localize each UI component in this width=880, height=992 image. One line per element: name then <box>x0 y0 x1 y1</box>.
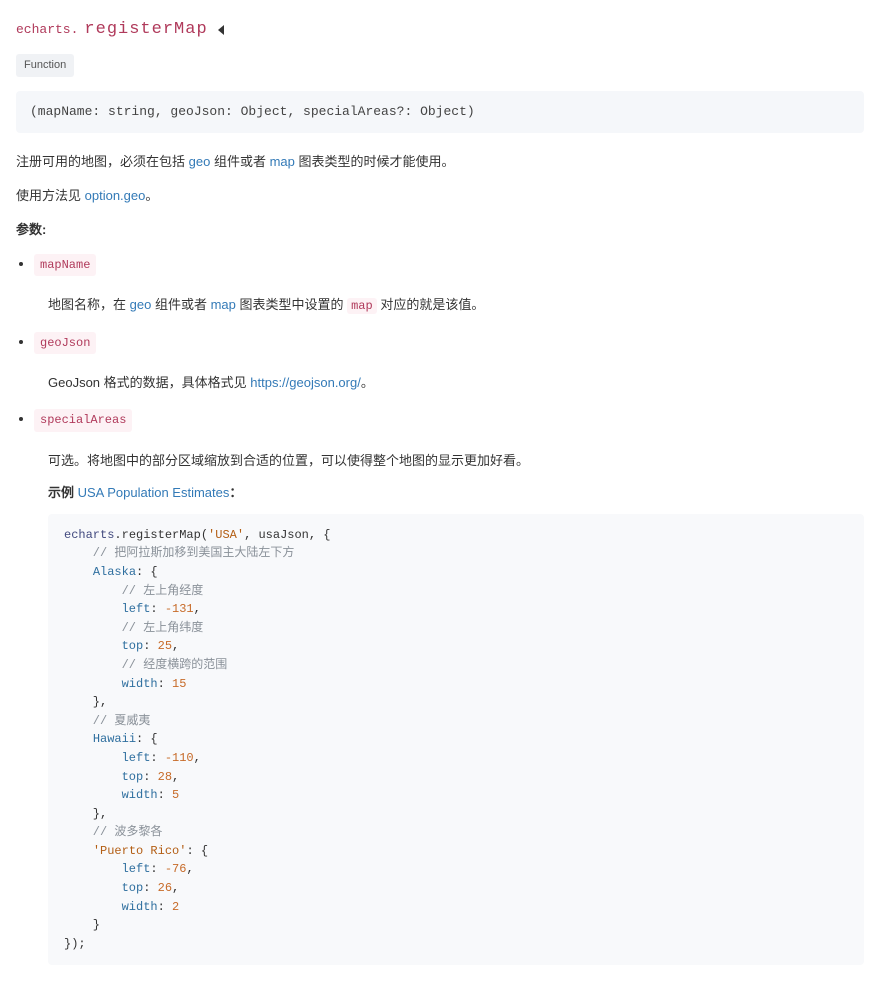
option-geo-link[interactable]: option.geo <box>85 188 146 203</box>
param-specialareas: specialAreas 可选。将地图中的部分区域缩放到合适的位置，可以使得整个… <box>34 408 864 965</box>
geojson-org-link[interactable]: https://geojson.org/ <box>250 375 361 390</box>
param-desc: GeoJson 格式的数据，具体格式见 https://geojson.org/… <box>48 372 864 394</box>
example-label: 示例 USA Population Estimates： <box>48 482 864 504</box>
api-header: echarts. registerMap <box>16 16 864 45</box>
method-name: registerMap <box>84 16 207 45</box>
namespace: echarts. <box>16 19 78 41</box>
map-link[interactable]: map <box>211 297 236 312</box>
geo-link[interactable]: geo <box>130 297 152 312</box>
map-code: map <box>347 298 377 314</box>
param-name: mapName <box>34 254 96 276</box>
geo-link[interactable]: geo <box>189 154 211 169</box>
intro-line-1: 注册可用的地图，必须在包括 geo 组件或者 map 图表类型的时候才能使用。 <box>16 151 864 173</box>
param-desc: 地图名称，在 geo 组件或者 map 图表类型中设置的 map 对应的就是该值… <box>48 294 864 316</box>
caret-left-icon[interactable] <box>218 25 224 35</box>
signature: (mapName: string, geoJson: Object, speci… <box>16 91 864 133</box>
param-name: geoJson <box>34 332 96 354</box>
param-desc: 可选。将地图中的部分区域缩放到合适的位置，可以使得整个地图的显示更加好看。 <box>48 450 864 472</box>
params-label: 参数: <box>16 219 864 241</box>
param-name: specialAreas <box>34 409 132 431</box>
type-tag: Function <box>16 54 74 77</box>
params-list: mapName 地图名称，在 geo 组件或者 map 图表类型中设置的 map… <box>34 253 864 966</box>
intro-line-2: 使用方法见 option.geo。 <box>16 185 864 207</box>
code-example: echarts.registerMap('USA', usaJson, { //… <box>48 514 864 966</box>
usa-pop-example-link[interactable]: USA Population Estimates <box>78 485 230 500</box>
param-geojson: geoJson GeoJson 格式的数据，具体格式见 https://geoj… <box>34 331 864 394</box>
param-mapname: mapName 地图名称，在 geo 组件或者 map 图表类型中设置的 map… <box>34 253 864 317</box>
map-link[interactable]: map <box>270 154 295 169</box>
